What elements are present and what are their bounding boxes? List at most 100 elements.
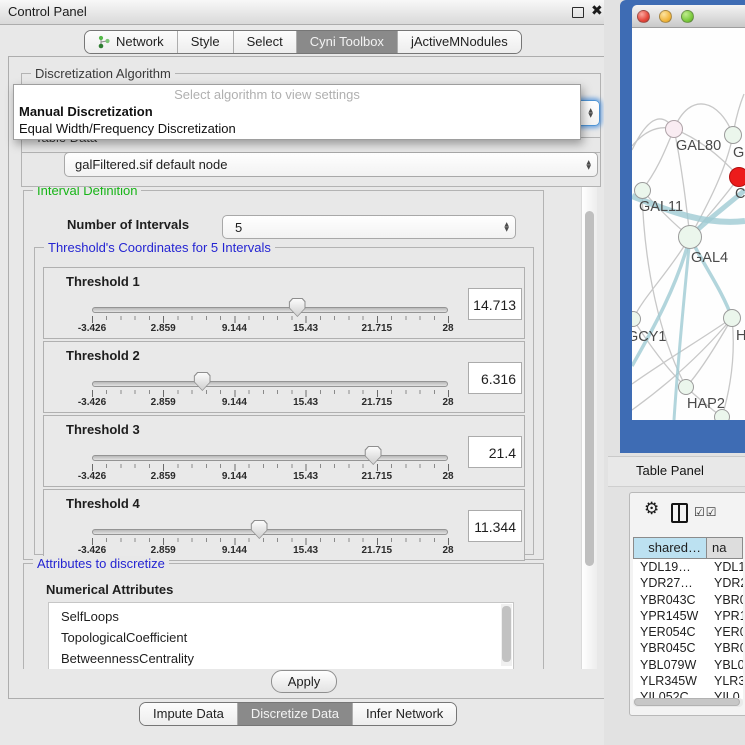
gear-icon[interactable]: ⚙ bbox=[644, 499, 659, 519]
list-item[interactable]: BetweennessCentrality bbox=[49, 648, 513, 669]
float-window-icon[interactable] bbox=[572, 7, 584, 18]
threshold-2-panel: Threshold 2 -3.4262.8599.14415.4321.7152… bbox=[43, 341, 525, 413]
tab-impute-data-label: Impute Data bbox=[153, 704, 224, 724]
table-row[interactable]: YDL19…YDL1 bbox=[633, 559, 743, 575]
node-attribute-table[interactable]: shared… na YDL19…YDL1 YDR27…YDR2 YBR043C… bbox=[633, 537, 743, 699]
tick-label: -3.426 bbox=[78, 471, 106, 482]
threshold-3-value-field[interactable]: 21.4 bbox=[468, 436, 522, 468]
tab-infer-network[interactable]: Infer Network bbox=[352, 703, 456, 725]
close-traffic-light[interactable] bbox=[637, 10, 650, 23]
table-panel-title: Table Panel bbox=[636, 463, 704, 478]
list-item[interactable]: TopologicalCoefficient bbox=[49, 627, 513, 648]
tick-label: 21.715 bbox=[362, 471, 393, 482]
table-horizontal-scrollbar[interactable] bbox=[633, 698, 743, 707]
tab-jactivemnodules[interactable]: jActiveMNodules bbox=[397, 31, 521, 53]
discretization-group-title: Discretization Algorithm bbox=[31, 66, 175, 81]
minimize-traffic-light[interactable] bbox=[659, 10, 672, 23]
tab-style[interactable]: Style bbox=[177, 31, 233, 53]
table-data-group: Table Data galFiltered.sif default node … bbox=[21, 137, 601, 187]
network-view-window[interactable]: GAL80 G C GAL11 GAL4 GCY1 H HAP2 bbox=[620, 0, 745, 453]
tab-select[interactable]: Select bbox=[233, 31, 296, 53]
tick-label: 21.715 bbox=[362, 397, 393, 408]
number-of-intervals-combobox[interactable]: 5 ▲▼ bbox=[222, 215, 516, 239]
checkbox-icons[interactable]: ☑☑ bbox=[694, 505, 718, 519]
threshold-3-slider[interactable]: -3.4262.8599.14415.4321.71528 bbox=[92, 416, 448, 486]
table-panel: ⚙ ☑☑ shared… na YDL19…YDL1 YDR27…YDR2 YB… bbox=[629, 492, 745, 716]
table-row[interactable]: YER054CYER0 bbox=[633, 624, 743, 640]
slider-track[interactable] bbox=[92, 529, 448, 535]
zoom-traffic-light[interactable] bbox=[681, 10, 694, 23]
threshold-2-slider[interactable]: -3.4262.8599.14415.4321.71528 bbox=[92, 342, 448, 412]
slider-tick-labels: -3.4262.8599.14415.4321.71528 bbox=[92, 397, 448, 409]
column-layout-icon[interactable] bbox=[671, 503, 688, 523]
cell: YBR0 bbox=[707, 640, 743, 656]
number-of-intervals-label: Number of Intervals bbox=[67, 217, 189, 232]
network-node-selected[interactable] bbox=[729, 167, 745, 187]
tab-network[interactable]: Network bbox=[85, 31, 177, 53]
popup-option-manual-discretization[interactable]: Manual Discretization bbox=[14, 103, 580, 120]
numerical-attributes-list[interactable]: SelfLoops TopologicalCoefficient Between… bbox=[48, 602, 514, 669]
slider-thumb[interactable] bbox=[365, 446, 382, 465]
table-row[interactable]: YLR345WYLR3 bbox=[633, 673, 743, 689]
network-node[interactable] bbox=[723, 309, 741, 327]
table-row[interactable]: YBR045CYBR0 bbox=[633, 640, 743, 656]
cell: YPR145W bbox=[633, 608, 707, 624]
tab-impute-data[interactable]: Impute Data bbox=[140, 703, 237, 725]
threshold-coordinates-title: Threshold's Coordinates for 5 Intervals bbox=[44, 240, 275, 255]
tab-discretize-data-label: Discretize Data bbox=[251, 704, 339, 724]
network-node[interactable] bbox=[724, 126, 742, 144]
table-panel-titlebar: Table Panel bbox=[608, 456, 745, 487]
node-label: G bbox=[733, 145, 744, 161]
threshold-4-value-field[interactable]: 11.344 bbox=[468, 510, 522, 542]
settings-scrollbar[interactable] bbox=[581, 187, 597, 669]
network-node[interactable] bbox=[678, 225, 702, 249]
cell: YBR045C bbox=[633, 640, 707, 656]
slider-thumb[interactable] bbox=[194, 372, 211, 391]
threshold-1-slider[interactable]: -3.4262.8599.14415.4321.71528 bbox=[92, 268, 448, 338]
threshold-1-value-field[interactable]: 14.713 bbox=[468, 288, 522, 320]
slider-thumb[interactable] bbox=[289, 298, 306, 317]
close-icon[interactable]: ✖ bbox=[591, 3, 603, 19]
slider-track[interactable] bbox=[92, 381, 448, 387]
tick-label: 9.144 bbox=[222, 545, 247, 556]
apply-button[interactable]: Apply bbox=[271, 670, 337, 693]
cell: YBR0 bbox=[707, 592, 743, 608]
table-row[interactable]: YDR27…YDR2 bbox=[633, 575, 743, 591]
table-row[interactable]: YBL079WYBL0 bbox=[633, 657, 743, 673]
column-header-shared-name[interactable]: shared… bbox=[633, 537, 707, 559]
slider-major-ticks bbox=[92, 464, 449, 471]
app-root: Control Panel ✖ Network Style Select Cyn… bbox=[0, 0, 745, 745]
threshold-1-panel: Threshold 1 -3.4262.8599.14415.4321.7152… bbox=[43, 267, 525, 339]
tick-label: 9.144 bbox=[222, 471, 247, 482]
tab-discretize-data[interactable]: Discretize Data bbox=[237, 703, 352, 725]
network-canvas[interactable]: GAL80 G C GAL11 GAL4 GCY1 H HAP2 bbox=[632, 28, 745, 420]
slider-major-ticks bbox=[92, 538, 449, 545]
node-label: H bbox=[736, 328, 745, 344]
attributes-group: Attributes to discretize Numerical Attri… bbox=[23, 563, 544, 669]
slider-thumb[interactable] bbox=[251, 520, 268, 539]
column-header-name[interactable]: na bbox=[707, 537, 743, 559]
threshold-2-value-field[interactable]: 6.316 bbox=[468, 362, 522, 394]
table-data-combobox[interactable]: galFiltered.sif default node ▲▼ bbox=[64, 152, 598, 177]
scrollbar-thumb[interactable] bbox=[585, 211, 594, 566]
network-node[interactable] bbox=[665, 120, 683, 138]
cell: YDR27… bbox=[633, 575, 707, 591]
settings-viewport: Interval Definition Number of Intervals … bbox=[21, 187, 579, 669]
tab-cyni-toolbox-label: Cyni Toolbox bbox=[310, 32, 384, 52]
slider-track[interactable] bbox=[92, 455, 448, 461]
cell: YER0 bbox=[707, 624, 743, 640]
popup-option-equal-width[interactable]: Equal Width/Frequency Discretization bbox=[14, 120, 580, 137]
network-node[interactable] bbox=[634, 182, 651, 199]
tab-cyni-toolbox[interactable]: Cyni Toolbox bbox=[296, 31, 397, 53]
table-row[interactable]: YPR145WYPR1 bbox=[633, 608, 743, 624]
threshold-4-slider[interactable]: -3.4262.8599.14415.4321.71528 bbox=[92, 490, 448, 560]
network-node[interactable] bbox=[678, 379, 694, 395]
attributes-group-title: Attributes to discretize bbox=[33, 556, 169, 571]
slider-track[interactable] bbox=[92, 307, 448, 313]
scrollbar-thumb[interactable] bbox=[634, 698, 740, 706]
table-row[interactable]: YBR043CYBR0 bbox=[633, 592, 743, 608]
tab-style-label: Style bbox=[191, 32, 220, 52]
slider-tick-labels: -3.4262.8599.14415.4321.71528 bbox=[92, 323, 448, 335]
list-item[interactable]: SelfLoops bbox=[49, 603, 513, 627]
list-scrollbar[interactable] bbox=[501, 604, 512, 666]
